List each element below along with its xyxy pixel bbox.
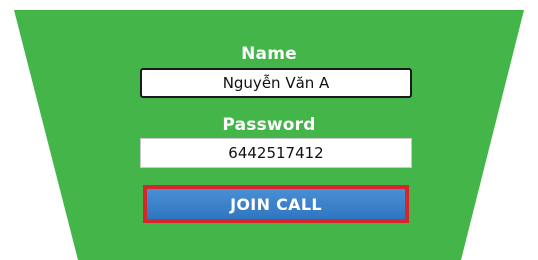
password-label: Password: [222, 115, 316, 135]
name-input[interactable]: [140, 68, 412, 98]
name-label: Name: [241, 44, 297, 64]
join-call-screen: Name Password JOIN CALL: [0, 0, 538, 260]
password-input[interactable]: [140, 138, 412, 168]
join-call-button-frame: JOIN CALL: [143, 185, 409, 223]
join-call-button[interactable]: JOIN CALL: [147, 189, 405, 219]
